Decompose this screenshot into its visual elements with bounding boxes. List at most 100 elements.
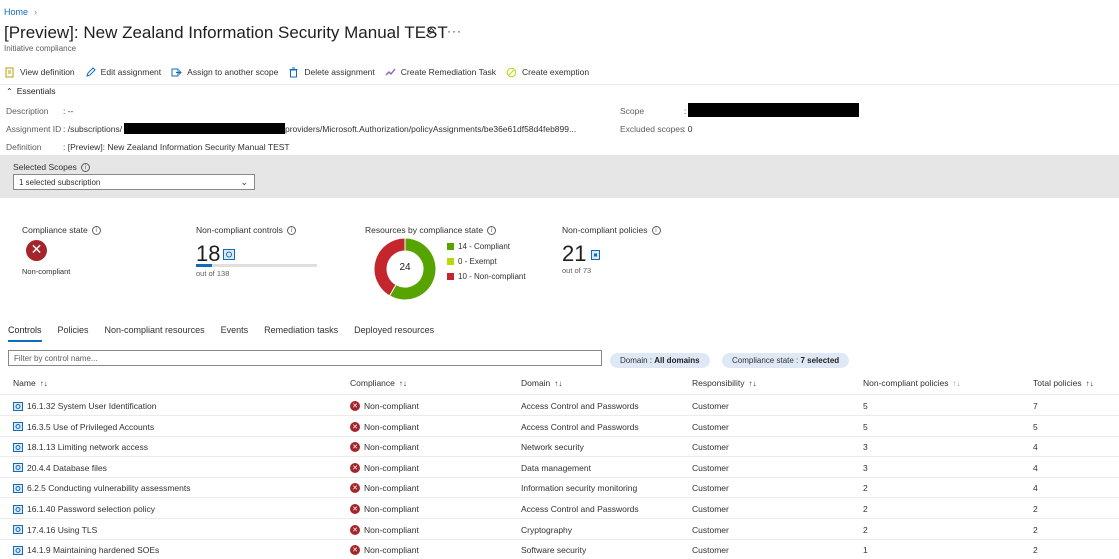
edit-assignment-label: Edit assignment — [100, 67, 162, 77]
noncompliant-controls-label: Non-compliant controls i — [196, 225, 296, 235]
assign-scope-button[interactable]: Assign to another scope — [171, 67, 278, 78]
info-icon[interactable]: i — [286, 225, 296, 235]
tab-policies[interactable]: Policies — [58, 325, 89, 342]
description-label: Description — [6, 106, 49, 116]
control-name-link[interactable]: 18.1.13 Limiting network access — [13, 442, 148, 452]
sort-icon: ↑↓ — [398, 379, 407, 388]
header-total-policies[interactable]: Total policies ↑↓ — [1033, 378, 1094, 388]
compliance-cell: ✕ Non-compliant — [350, 462, 419, 473]
tab-deployed-resources[interactable]: Deployed resources — [354, 325, 434, 342]
responsibility-cell: Customer — [692, 442, 729, 453]
table-row[interactable]: 20.4.4 Database files ✕ Non-compliant Da… — [0, 457, 1119, 478]
table-row[interactable]: 6.2.5 Conducting vulnerability assessmen… — [0, 477, 1119, 499]
total-policies-cell: 4 — [1033, 483, 1038, 494]
delete-assignment-button[interactable]: Delete assignment — [288, 67, 375, 78]
control-name-link[interactable]: 16.3.5 Use of Privileged Accounts — [13, 422, 154, 432]
table-row[interactable]: 18.1.13 Limiting network access ✕ Non-co… — [0, 436, 1119, 458]
control-name-link[interactable]: 20.4.4 Database files — [13, 463, 107, 473]
view-definition-button[interactable]: View definition — [4, 67, 75, 78]
noncompliant-policies-text: Non-compliant policies — [562, 225, 648, 235]
exemption-icon — [506, 67, 517, 77]
control-name-link[interactable]: 16.1.32 System User Identification — [13, 401, 156, 411]
control-name: 16.1.40 Password selection policy — [27, 504, 156, 514]
compliance-state-label: Compliance state i — [22, 225, 101, 235]
control-name: 16.1.32 System User Identification — [27, 401, 157, 411]
domain-filter-pill[interactable]: Domain : All domains — [610, 353, 710, 368]
legend-compliant: 14 - Compliant — [447, 242, 510, 251]
chevron-down-icon: ⌄ — [240, 177, 248, 187]
assign-icon — [171, 68, 182, 76]
tab-controls[interactable]: Controls — [8, 325, 42, 342]
control-name-link[interactable]: 16.1.40 Password selection policy — [13, 504, 155, 514]
legend-swatch-compliant — [447, 243, 454, 250]
compliance-state-filter-pill[interactable]: Compliance state : 7 selected — [722, 353, 850, 368]
info-icon[interactable]: i — [91, 225, 101, 235]
table-row[interactable]: 16.1.32 System User Identification ✕ Non… — [0, 395, 1119, 416]
noncompliant-controls-fill — [196, 264, 212, 267]
responsibility-cell: Customer — [692, 524, 729, 535]
legend-swatch-noncompliant — [447, 273, 454, 280]
create-remediation-label: Create Remediation Task — [400, 67, 497, 77]
legend-exempt-label: 0 - Exempt — [458, 257, 497, 266]
table-row[interactable]: 17.4.16 Using TLS ✕ Non-compliant Crypto… — [0, 519, 1119, 540]
noncompliant-policies-cell: 1 — [863, 545, 868, 556]
page-subtitle: Initiative compliance — [4, 44, 77, 53]
noncompliant-policies-cell: 3 — [863, 462, 868, 473]
essentials-heading: Essentials — [16, 86, 56, 96]
noncompliant-controls-text: Non-compliant controls — [196, 225, 283, 235]
header-noncompliant-policies[interactable]: Non-compliant policies ↑↓ — [863, 378, 961, 388]
control-icon — [13, 545, 23, 555]
domain-cell: Access Control and Passwords — [521, 401, 639, 411]
edit-assignment-button[interactable]: Edit assignment — [85, 66, 162, 78]
essentials-toggle[interactable]: ⌃ Essentials — [6, 86, 55, 96]
total-policies-cell: 4 — [1033, 442, 1038, 453]
tab-remediation-tasks[interactable]: Remediation tasks — [264, 325, 338, 342]
pin-icon[interactable] — [425, 27, 435, 40]
compliance-value: Non-compliant — [364, 462, 419, 473]
table-row[interactable]: 14.1.9 Maintaining hardened SOEs ✕ Non-c… — [0, 539, 1119, 559]
tab-noncompliant-resources[interactable]: Non-compliant resources — [105, 325, 205, 342]
info-icon[interactable]: i — [80, 162, 90, 172]
create-remediation-button[interactable]: Create Remediation Task — [385, 67, 496, 78]
total-policies-cell: 5 — [1033, 421, 1038, 432]
header-domain[interactable]: Domain ↑↓ — [521, 378, 562, 388]
error-icon: ✕ — [26, 240, 47, 261]
info-icon[interactable]: i — [487, 225, 497, 235]
control-name: 18.1.13 Limiting network access — [27, 442, 148, 453]
noncompliant-policies-cell: 2 — [863, 483, 868, 494]
header-responsibility[interactable]: Responsibility ↑↓ — [692, 378, 756, 388]
redacted-scope — [688, 103, 859, 117]
noncompliant-policies-label: Non-compliant policies i — [562, 225, 661, 235]
compliance-cell: ✕ Non-compliant — [350, 504, 419, 514]
header-name[interactable]: Name ↑↓ — [13, 378, 48, 388]
selected-scopes-dropdown[interactable]: 1 selected subscription ⌄ — [13, 174, 255, 190]
compliance-cell: ✕ Non-compliant — [350, 421, 419, 432]
header-noncompliant-policies-label: Non-compliant policies — [863, 378, 949, 388]
assignment-id-prefix: : /subscriptions/ — [63, 124, 123, 134]
create-exemption-button[interactable]: Create exemption — [506, 67, 589, 78]
control-name-link[interactable]: 14.1.9 Maintaining hardened SOEs — [13, 545, 159, 555]
total-policies-cell: 2 — [1033, 545, 1038, 556]
error-icon: ✕ — [350, 421, 360, 432]
sort-icon: ↑↓ — [1085, 379, 1094, 388]
table-row[interactable]: 16.3.5 Use of Privileged Accounts ✕ Non-… — [0, 416, 1119, 437]
control-name: 16.3.5 Use of Privileged Accounts — [27, 421, 155, 432]
filter-input[interactable]: Filter by control name... — [8, 350, 602, 366]
header-total-policies-label: Total policies — [1033, 378, 1082, 388]
more-icon[interactable]: ··· — [447, 24, 462, 38]
tab-events[interactable]: Events — [221, 325, 249, 342]
table-row[interactable]: 16.1.40 Password selection policy ✕ Non-… — [0, 498, 1119, 519]
compliance-state-text: Compliance state — [22, 225, 88, 235]
control-name-link[interactable]: 6.2.5 Conducting vulnerability assessmen… — [13, 483, 190, 493]
info-icon[interactable]: i — [651, 225, 661, 235]
legend-compliant-label: 14 - Compliant — [458, 242, 511, 251]
chevron-up-icon: ⌃ — [6, 86, 13, 96]
breadcrumb: Home › — [4, 7, 37, 17]
noncompliant-policies-cell: 2 — [863, 504, 868, 514]
error-icon: ✕ — [350, 524, 360, 535]
assignment-id-suffix: providers/Microsoft.Authorization/policy… — [285, 124, 577, 134]
definition-label: Definition — [6, 142, 42, 152]
control-name-link[interactable]: 17.4.16 Using TLS — [13, 525, 97, 535]
header-compliance[interactable]: Compliance ↑↓ — [350, 378, 407, 388]
breadcrumb-home-link[interactable]: Home — [4, 7, 28, 17]
